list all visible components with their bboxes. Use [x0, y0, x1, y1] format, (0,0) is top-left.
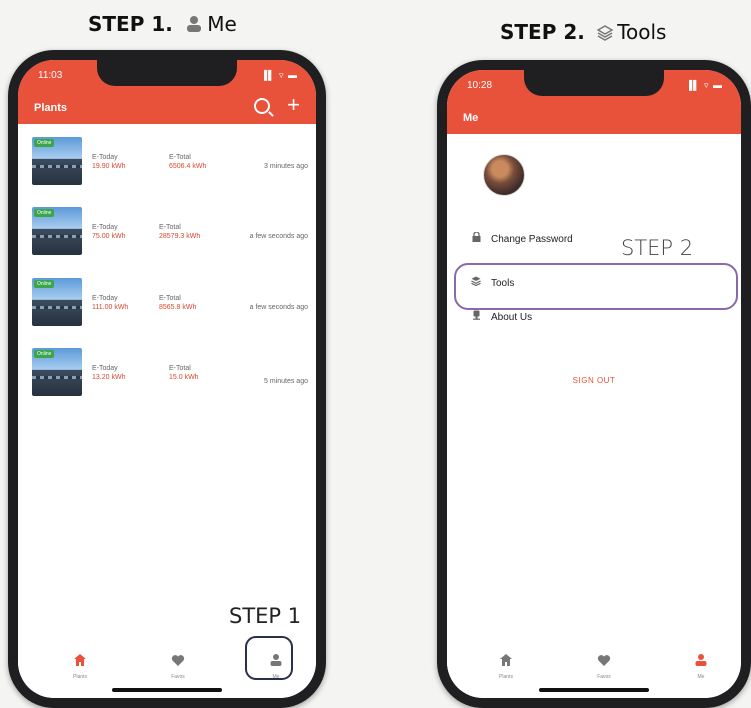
menu-item-change-password[interactable]: Change Password	[471, 231, 573, 245]
status-time: 10:28	[467, 80, 493, 91]
tab-favos[interactable]: Favos	[153, 654, 203, 680]
tools-highlight-box	[454, 263, 738, 310]
plant-thumbnail: Online	[32, 278, 82, 326]
step1-caption-label: Me	[207, 12, 237, 36]
updated-ago: 5 minutes ago	[264, 378, 308, 385]
plant-list-item[interactable]: Online E-Today 75.00 kWh E-Total 28579.3…	[32, 207, 308, 257]
plant-thumbnail: Online	[32, 207, 82, 255]
step2-annotation: STEP 2	[621, 236, 694, 260]
step2-caption-label: Tools	[617, 20, 667, 44]
e-total-value: 28579.3 kWh	[159, 233, 201, 240]
step2-caption-number: STEP 2.	[500, 20, 585, 44]
person-icon	[185, 14, 203, 38]
plant-thumbnail: Online	[32, 137, 82, 185]
e-total-value: 8565.8 kWh	[159, 304, 197, 311]
e-total-label: E-Total	[159, 295, 181, 302]
e-today-value: 19.90 kWh	[92, 163, 126, 170]
plant-thumbnail: Online	[32, 348, 82, 396]
e-today-label: E-Today	[92, 224, 118, 231]
layers-icon	[596, 22, 614, 46]
step1-annotation: STEP 1	[229, 604, 302, 628]
tab-label: Plants	[499, 674, 513, 680]
notch	[97, 60, 237, 86]
home-icon	[55, 653, 105, 672]
online-badge: Online	[34, 139, 55, 147]
plant-list-item[interactable]: Online E-Today 13.20 kWh E-Total 15.0 kW…	[32, 348, 308, 398]
step1-highlight-box	[245, 636, 293, 680]
plant-list-item[interactable]: Online E-Today 111.00 kWh E-Total 8565.8…	[32, 278, 308, 328]
person-icon	[676, 653, 726, 672]
me-screen: 10:28 ▐▌ ▿ ▬ Me Change Password Tools Ab…	[447, 70, 741, 698]
plants-screen: 11:03 ▐▌ ▿ ▬ Plants + Online E-Today 19.…	[18, 60, 316, 698]
page-title: Me	[463, 112, 479, 124]
online-badge: Online	[34, 350, 55, 358]
heart-icon	[579, 654, 629, 672]
tab-label: Me	[697, 674, 705, 680]
step1-caption: STEP 1. Me	[88, 12, 237, 38]
status-icons: ▐▌ ▿ ▬	[260, 70, 298, 80]
e-today-label: E-Today	[92, 154, 118, 161]
e-total-label: E-Total	[169, 154, 191, 161]
e-today-value: 75.00 kWh	[92, 233, 126, 240]
tab-label: Favos	[597, 674, 611, 680]
tab-label: Plants	[73, 674, 87, 680]
notch	[524, 70, 664, 96]
e-total-value: 15.0 kWh	[169, 374, 199, 381]
tab-label: Favos	[171, 674, 185, 680]
add-plant-button[interactable]: +	[287, 94, 300, 116]
info-icon	[471, 310, 481, 322]
tab-favos[interactable]: Favos	[579, 654, 629, 680]
sign-out-button[interactable]: SIGN OUT	[447, 376, 741, 385]
tab-plants[interactable]: Plants	[481, 653, 531, 680]
tab-me[interactable]: Me	[676, 653, 726, 680]
e-today-value: 13.20 kWh	[92, 374, 126, 381]
page-title: Plants	[34, 102, 68, 114]
step2-caption: STEP 2. Tools	[500, 20, 666, 46]
home-indicator[interactable]	[112, 688, 222, 692]
e-total-label: E-Total	[169, 365, 191, 372]
updated-ago: 3 minutes ago	[264, 163, 308, 170]
tab-plants[interactable]: Plants	[55, 653, 105, 680]
e-today-value: 111.00 kWh	[92, 304, 129, 311]
online-badge: Online	[34, 280, 55, 288]
heart-icon	[153, 654, 203, 672]
avatar[interactable]	[483, 154, 525, 196]
plant-list-item[interactable]: Online E-Today 19.90 kWh E-Total 6506.4 …	[32, 137, 308, 187]
home-icon	[481, 653, 531, 672]
step1-caption-number: STEP 1.	[88, 12, 173, 36]
menu-item-label: About Us	[491, 312, 533, 323]
e-total-label: E-Total	[159, 224, 181, 231]
search-icon[interactable]	[254, 98, 270, 114]
updated-ago: a few seconds ago	[249, 304, 308, 311]
home-indicator[interactable]	[539, 688, 649, 692]
updated-ago: a few seconds ago	[249, 233, 308, 240]
e-total-value: 6506.4 kWh	[169, 163, 207, 170]
status-icons: ▐▌ ▿ ▬	[685, 80, 723, 90]
phone-me: 10:28 ▐▌ ▿ ▬ Me Change Password Tools Ab…	[437, 60, 751, 708]
lock-icon	[471, 231, 481, 244]
e-today-label: E-Today	[92, 295, 118, 302]
menu-item-about-us[interactable]: About Us	[471, 310, 532, 323]
e-today-label: E-Today	[92, 365, 118, 372]
status-time: 11:03	[38, 70, 63, 81]
menu-item-label: Change Password	[491, 234, 573, 245]
online-badge: Online	[34, 209, 55, 217]
